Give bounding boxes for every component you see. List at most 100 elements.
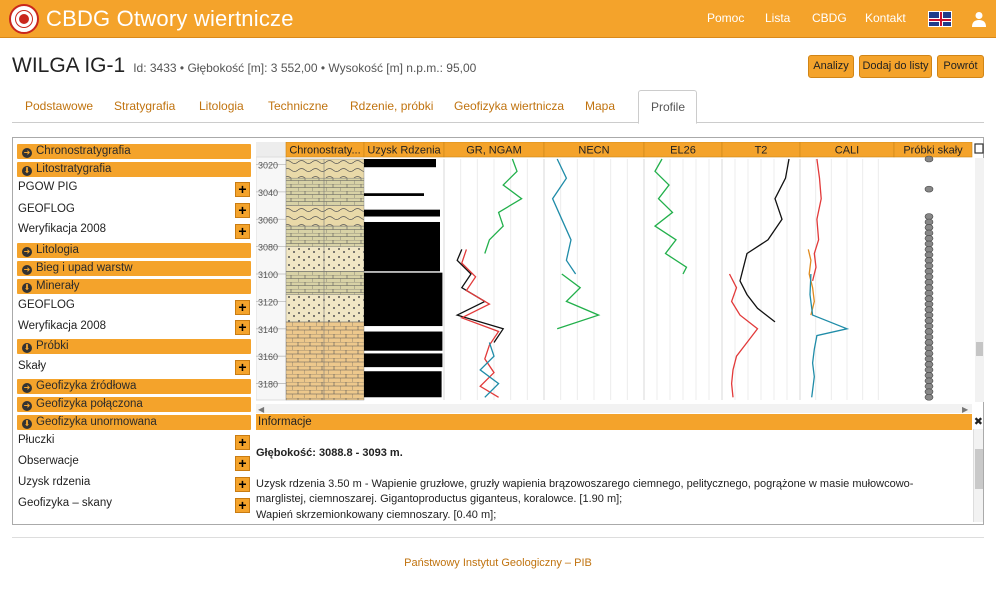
- analizy-button[interactable]: Analizy: [808, 55, 854, 78]
- core-recovery-bar: [364, 353, 443, 368]
- sidebar-item-pgow-pig: PGOW PIG: [18, 181, 78, 193]
- rock-sample-marker: [924, 235, 934, 242]
- info-depth: Głębokość: 3088.8 - 3093 m.: [256, 447, 403, 459]
- rock-sample-marker: [924, 333, 934, 341]
- info-scrollbar[interactable]: [973, 429, 983, 522]
- expand-arrow-icon: ➜: [22, 383, 32, 393]
- user-icon[interactable]: [972, 11, 986, 27]
- depth-tick-label: 3140: [258, 325, 278, 335]
- rock-sample-marker: [924, 218, 934, 226]
- rock-sample-marker: [924, 361, 934, 368]
- rock-sample-marker: [924, 344, 934, 352]
- column-header-label: T2: [755, 145, 768, 157]
- sidebar-item-uzysk: Uzysk rdzenia: [18, 476, 91, 488]
- scroll-right-icon: ▶: [962, 405, 969, 414]
- lithology-interval: [285, 246, 365, 272]
- core-recovery-bar: [364, 159, 436, 168]
- pig-logo-icon[interactable]: [9, 4, 39, 34]
- lithology-interval: [285, 271, 365, 295]
- add-to-list-button[interactable]: Dodaj do listy: [859, 55, 932, 78]
- section-bieg-upad[interactable]: ➜ Bieg i upad warstw: [17, 261, 251, 276]
- lithology-interval: [285, 294, 365, 323]
- tab-profile[interactable]: Profile: [638, 90, 697, 124]
- close-icon[interactable]: ✖: [974, 414, 983, 430]
- core-recovery-bar: [364, 221, 440, 272]
- rock-sample-marker: [924, 328, 934, 335]
- depth-tick-label: 3020: [258, 160, 278, 170]
- column-header-label: Chronostraty...: [289, 145, 360, 157]
- section-probki[interactable]: ⬇ Próbki: [17, 339, 251, 354]
- add-obserwacje-button[interactable]: +: [235, 456, 250, 471]
- section-geofizyka-zrodlowa[interactable]: ➜ Geofizyka źródłowa: [17, 379, 251, 394]
- english-flag-icon[interactable]: [928, 11, 952, 27]
- section-litostratygrafia[interactable]: ⬇ Litostratygrafia: [17, 162, 251, 177]
- info-description-2: Wapień skrzemionkowany ciemnoszary. [0.4…: [256, 509, 497, 521]
- core-recovery-bar: [364, 209, 440, 217]
- collapse-arrow-icon: ⬇: [22, 419, 32, 429]
- info-description: Uzysk rdzenia 3.50 m - Wapienie gruzłowe…: [256, 478, 914, 505]
- rock-sample-marker: [924, 339, 934, 346]
- nav-cbdg[interactable]: CBDG: [812, 11, 847, 25]
- expand-arrow-icon: ➜: [22, 265, 32, 275]
- section-chronostratygrafia[interactable]: ➜ Chronostratygrafia: [17, 144, 251, 159]
- scroll-left-icon: ◀: [258, 405, 265, 414]
- save-icon: [974, 143, 984, 154]
- rock-sample-marker: [924, 251, 934, 259]
- rock-sample-marker: [924, 388, 934, 396]
- core-recovery-bar: [364, 193, 424, 196]
- add-geoflog-button[interactable]: +: [235, 203, 250, 218]
- add-skany-button[interactable]: +: [235, 498, 250, 513]
- tab-stratygrafia[interactable]: Stratygrafia: [114, 99, 175, 113]
- section-mineraly[interactable]: ⬇ Minerały: [17, 279, 251, 294]
- app-title[interactable]: CBDG Otwory wiertnicze: [46, 4, 294, 34]
- nav-pomoc[interactable]: Pomoc: [707, 11, 744, 25]
- rock-sample-marker: [924, 393, 934, 401]
- add-weryfikacja-button[interactable]: +: [235, 224, 250, 239]
- well-profile-chart: Chronostraty... Uzysk Rdzenia GR, NGAM NECN…: [256, 142, 984, 414]
- sidebar-item-weryfikacja: Weryfikacja 2008: [18, 223, 106, 235]
- depth-tick-label: 3080: [258, 243, 278, 253]
- column-header-label: CALI: [835, 145, 859, 157]
- tab-litologia[interactable]: Litologia: [199, 99, 244, 113]
- core-recovery-bar: [364, 371, 442, 398]
- rock-sample-marker: [924, 372, 934, 379]
- add-pluczki-button[interactable]: +: [235, 435, 250, 450]
- tab-mapa[interactable]: Mapa: [585, 99, 615, 113]
- collapse-arrow-icon: ⬇: [22, 343, 32, 353]
- nav-kontakt[interactable]: Kontakt: [865, 11, 906, 25]
- section-geofizyka-polaczona[interactable]: ➜ Geofizyka połączona: [17, 397, 251, 412]
- rock-sample-marker: [924, 383, 934, 390]
- add-weryfikacja-min-button[interactable]: +: [235, 320, 250, 335]
- rock-sample-marker: [924, 355, 934, 363]
- add-uzysk-button[interactable]: +: [235, 477, 250, 492]
- rock-sample-marker: [924, 257, 934, 264]
- rock-sample-marker: [924, 284, 934, 292]
- tab-podstawowe[interactable]: Podstawowe: [25, 99, 93, 113]
- column-header-label: GR, NGAM: [466, 145, 522, 157]
- expand-arrow-icon: ➜: [22, 247, 32, 257]
- tab-rdzenie[interactable]: Rdzenie, próbki: [350, 99, 433, 113]
- sidebar-item-pluczki: Płuczki: [18, 434, 55, 446]
- footer-link[interactable]: Państwowy Instytut Geologiczny – PIB: [0, 557, 996, 569]
- sidebar-item-skany: Geofizyka – skany: [18, 497, 112, 509]
- collapse-arrow-icon: ⬇: [22, 166, 32, 176]
- add-pgow-pig-button[interactable]: +: [235, 182, 250, 197]
- nav-lista[interactable]: Lista: [765, 11, 790, 25]
- footer-divider: [12, 537, 984, 538]
- depth-tick-label: 3060: [258, 215, 278, 225]
- core-recovery-bar: [364, 272, 443, 327]
- tab-bar: Podstawowe Stratygrafia Litologia Techni…: [12, 90, 984, 124]
- back-button[interactable]: Powrót: [937, 55, 984, 78]
- rock-sample-marker: [924, 185, 934, 193]
- rock-sample-marker: [924, 306, 934, 313]
- add-geoflog-min-button[interactable]: +: [235, 300, 250, 315]
- sidebar-item-geoflog-min: GEOFLOG: [18, 299, 75, 311]
- rock-sample-marker: [924, 246, 934, 253]
- add-skaly-button[interactable]: +: [235, 360, 250, 375]
- section-litologia[interactable]: ➜ Litologia: [17, 243, 251, 258]
- tab-techniczne[interactable]: Techniczne: [268, 99, 328, 113]
- depth-tick-label: 3160: [258, 352, 278, 362]
- tab-geofizyka[interactable]: Geofizyka wiertnicza: [454, 99, 564, 113]
- core-recovery-bar: [364, 331, 443, 351]
- section-geofizyka-unormowana[interactable]: ⬇ Geofizyka unormowana: [17, 415, 251, 430]
